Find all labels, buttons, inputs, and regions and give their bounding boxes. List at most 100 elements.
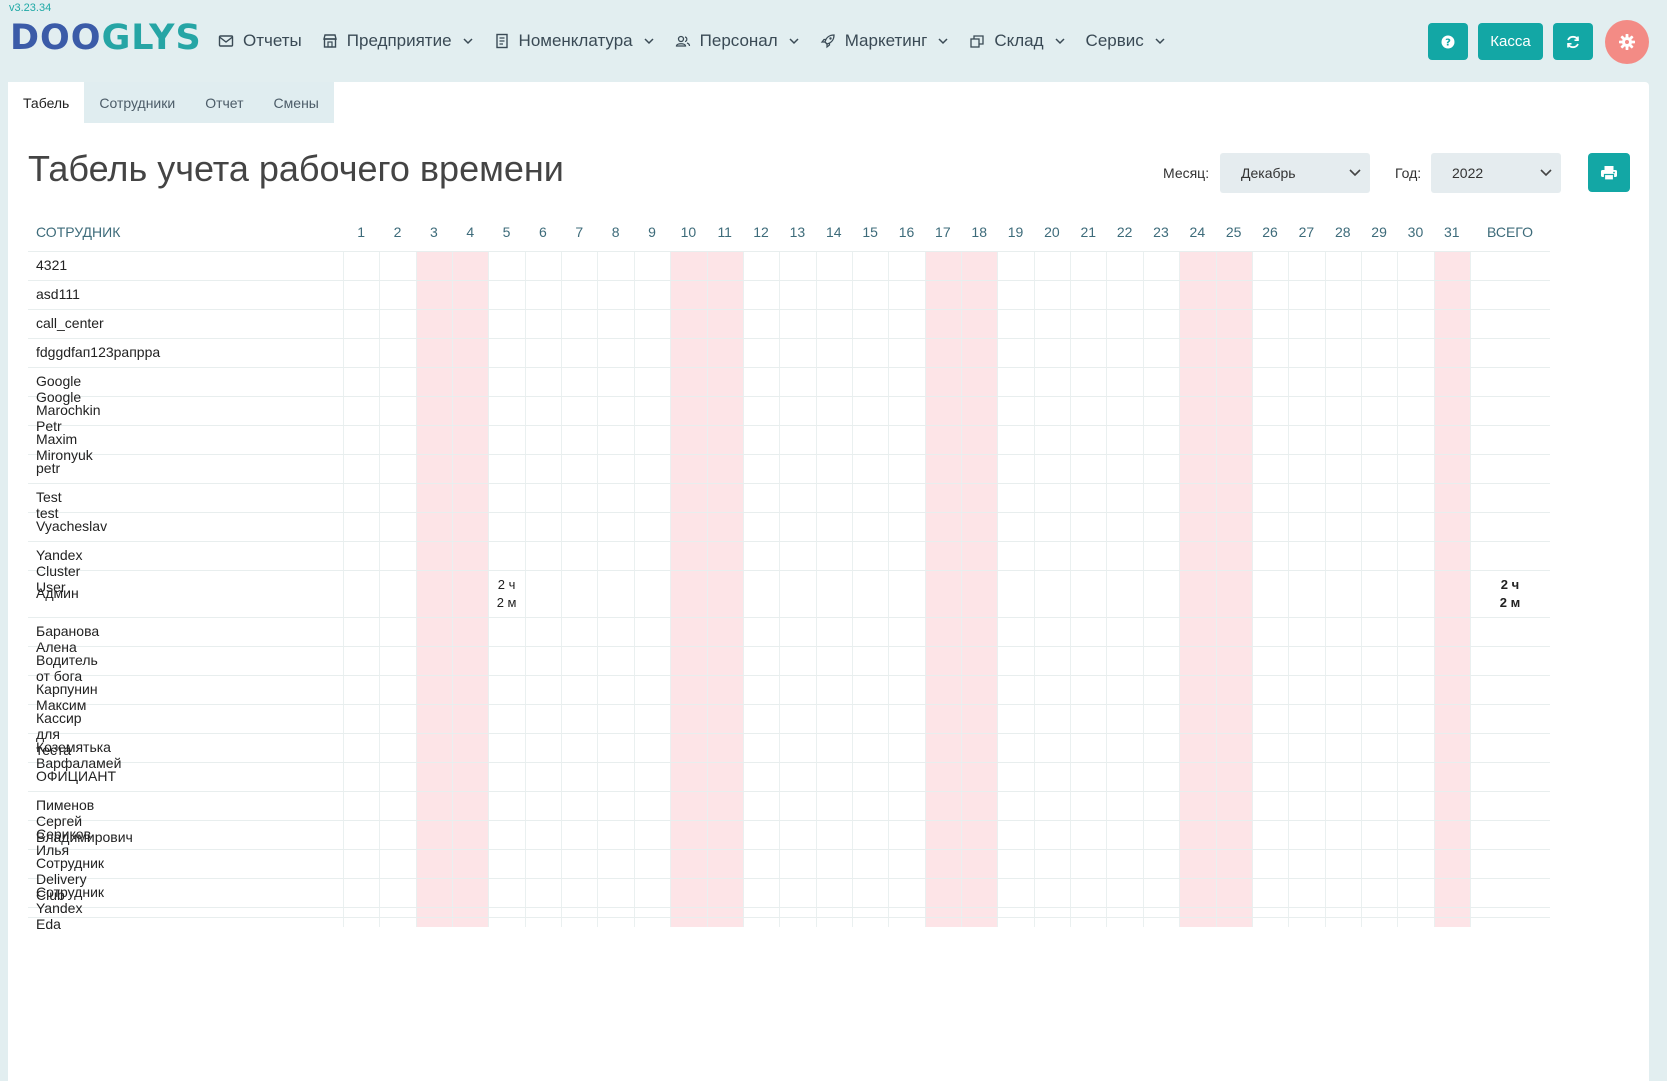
grid-hline — [28, 570, 1550, 571]
employee-name[interactable]: Maxim Mironyuk — [36, 431, 93, 463]
help-button[interactable]: ? — [1428, 23, 1468, 60]
chevron-down-icon — [789, 38, 799, 45]
year-label: Год: — [1395, 165, 1422, 181]
grid-hline — [28, 425, 1550, 426]
nav-nomenclature[interactable]: Номенклатура — [494, 31, 655, 51]
gear-icon — [1619, 34, 1635, 50]
grid-vline — [997, 251, 999, 927]
grid-vline — [815, 251, 817, 927]
grid-hline — [28, 309, 1550, 310]
chevron-down-icon — [463, 38, 473, 45]
grid-hline — [28, 280, 1550, 281]
grid-hline — [28, 396, 1550, 397]
month-select[interactable]: Декабрь — [1220, 153, 1370, 193]
nav-service-label: Сервис — [1085, 31, 1144, 50]
day-header: 27 — [1298, 224, 1315, 240]
cell-hours: 2 ч — [497, 577, 516, 592]
tab-report[interactable]: Отчет — [190, 82, 259, 123]
employee-name[interactable]: Сериков Илья — [36, 826, 91, 858]
day-header: 29 — [1371, 224, 1387, 240]
nav-enterprise[interactable]: Предприятие — [322, 31, 474, 51]
day-header: 24 — [1189, 224, 1206, 240]
grid-vline — [1360, 251, 1362, 927]
tab-timesheet[interactable]: Табель — [8, 82, 85, 123]
employee-name[interactable]: Баранова Алена — [36, 623, 99, 655]
main-nav: Отчеты Предприятие Номенклатура Персонал… — [218, 28, 1186, 54]
employee-name[interactable]: Test test — [36, 489, 62, 521]
grid-vline — [1251, 251, 1253, 927]
day-header: 1 — [357, 224, 366, 240]
grid-hline — [28, 675, 1550, 676]
grid-vline — [742, 251, 744, 927]
employee-name[interactable]: asd111 — [36, 286, 80, 302]
grid-vline — [1397, 251, 1399, 927]
employee-name[interactable]: Vyacheslav — [36, 518, 107, 534]
day-header: 13 — [789, 224, 806, 240]
grid-hline — [28, 541, 1550, 542]
svg-text:?: ? — [1445, 37, 1451, 48]
employee-name[interactable]: Водитель от бога — [36, 652, 98, 684]
day-header: 18 — [971, 224, 987, 240]
employee-name[interactable]: fdggdfап123рапрра — [36, 344, 160, 360]
day-header: 4 — [466, 224, 475, 240]
grid-vline — [924, 251, 926, 927]
nav-marketing[interactable]: Маркетинг — [820, 31, 950, 51]
refresh-button[interactable] — [1553, 23, 1593, 60]
employee-name[interactable]: Админ — [36, 585, 79, 601]
grid-hline — [28, 820, 1550, 821]
tab-bar: Табель Сотрудники Отчет Смены — [8, 82, 334, 123]
month-label: Месяц: — [1163, 165, 1210, 181]
logo[interactable]: DOOGLYS — [10, 18, 202, 58]
year-select[interactable]: 2022 — [1431, 153, 1561, 193]
grid-vline — [1288, 251, 1290, 927]
employee-name[interactable]: call_center — [36, 315, 104, 331]
app-version: v3.23.34 — [9, 2, 52, 14]
weekend-column — [961, 251, 998, 927]
tab-shifts[interactable]: Смены — [258, 82, 334, 123]
day-header: 20 — [1044, 224, 1060, 240]
settings-button[interactable] — [1605, 20, 1649, 64]
total-column-header: ВСЕГО — [1486, 224, 1533, 240]
kassa-button[interactable]: Касса — [1478, 23, 1543, 60]
day-header: 26 — [1262, 224, 1278, 240]
nav-nomenclature-label: Номенклатура — [518, 31, 633, 50]
nav-reports[interactable]: Отчеты — [218, 31, 302, 51]
content-card: Табель Сотрудники Отчет Смены Табель уче… — [8, 82, 1649, 1081]
weekend-column — [1215, 251, 1252, 927]
chevron-down-icon — [1155, 38, 1165, 45]
tab-employees[interactable]: Сотрудники — [84, 82, 191, 123]
total-minutes: 2 м — [1499, 595, 1521, 610]
employee-name[interactable]: Карпунин Максим — [36, 681, 98, 713]
day-header: 25 — [1225, 224, 1242, 240]
cell-minutes: 2 м — [496, 595, 517, 610]
grid-hline — [28, 251, 1550, 252]
employee-name[interactable]: Сотрудник Yandex Eda — [36, 884, 104, 932]
day-header: 8 — [611, 224, 620, 240]
nav-personnel[interactable]: Персонал — [675, 31, 800, 51]
employee-name[interactable]: Marochkin Petr — [36, 402, 101, 434]
grid-vline — [779, 251, 781, 927]
employee-name[interactable]: petr — [36, 460, 60, 476]
day-header: 5 — [502, 224, 511, 240]
employee-name[interactable]: 4321 — [36, 257, 67, 273]
employee-name[interactable]: Коземятька Варфаламей — [36, 739, 121, 771]
printer-icon — [1601, 165, 1617, 181]
grid-hline — [28, 849, 1550, 850]
grid-vline — [1033, 251, 1035, 927]
day-header: 7 — [575, 224, 584, 240]
employee-name[interactable]: ОФИЦИАНТ — [36, 768, 116, 784]
nav-warehouse[interactable]: Склад — [969, 31, 1065, 51]
logo-part1: DOO — [10, 18, 102, 58]
grid-hline — [28, 454, 1550, 455]
print-button[interactable] — [1588, 153, 1630, 192]
nav-service[interactable]: Сервис — [1086, 31, 1166, 51]
grid-hline — [28, 762, 1550, 763]
grid-vline — [1324, 251, 1326, 927]
store-icon — [322, 34, 337, 48]
day-header: 22 — [1116, 224, 1133, 240]
grid-vline — [1215, 251, 1217, 927]
employee-name[interactable]: Google Google — [36, 373, 81, 405]
boxes-icon — [970, 35, 984, 48]
day-header: 30 — [1407, 224, 1424, 240]
grid-hline — [28, 617, 1550, 618]
